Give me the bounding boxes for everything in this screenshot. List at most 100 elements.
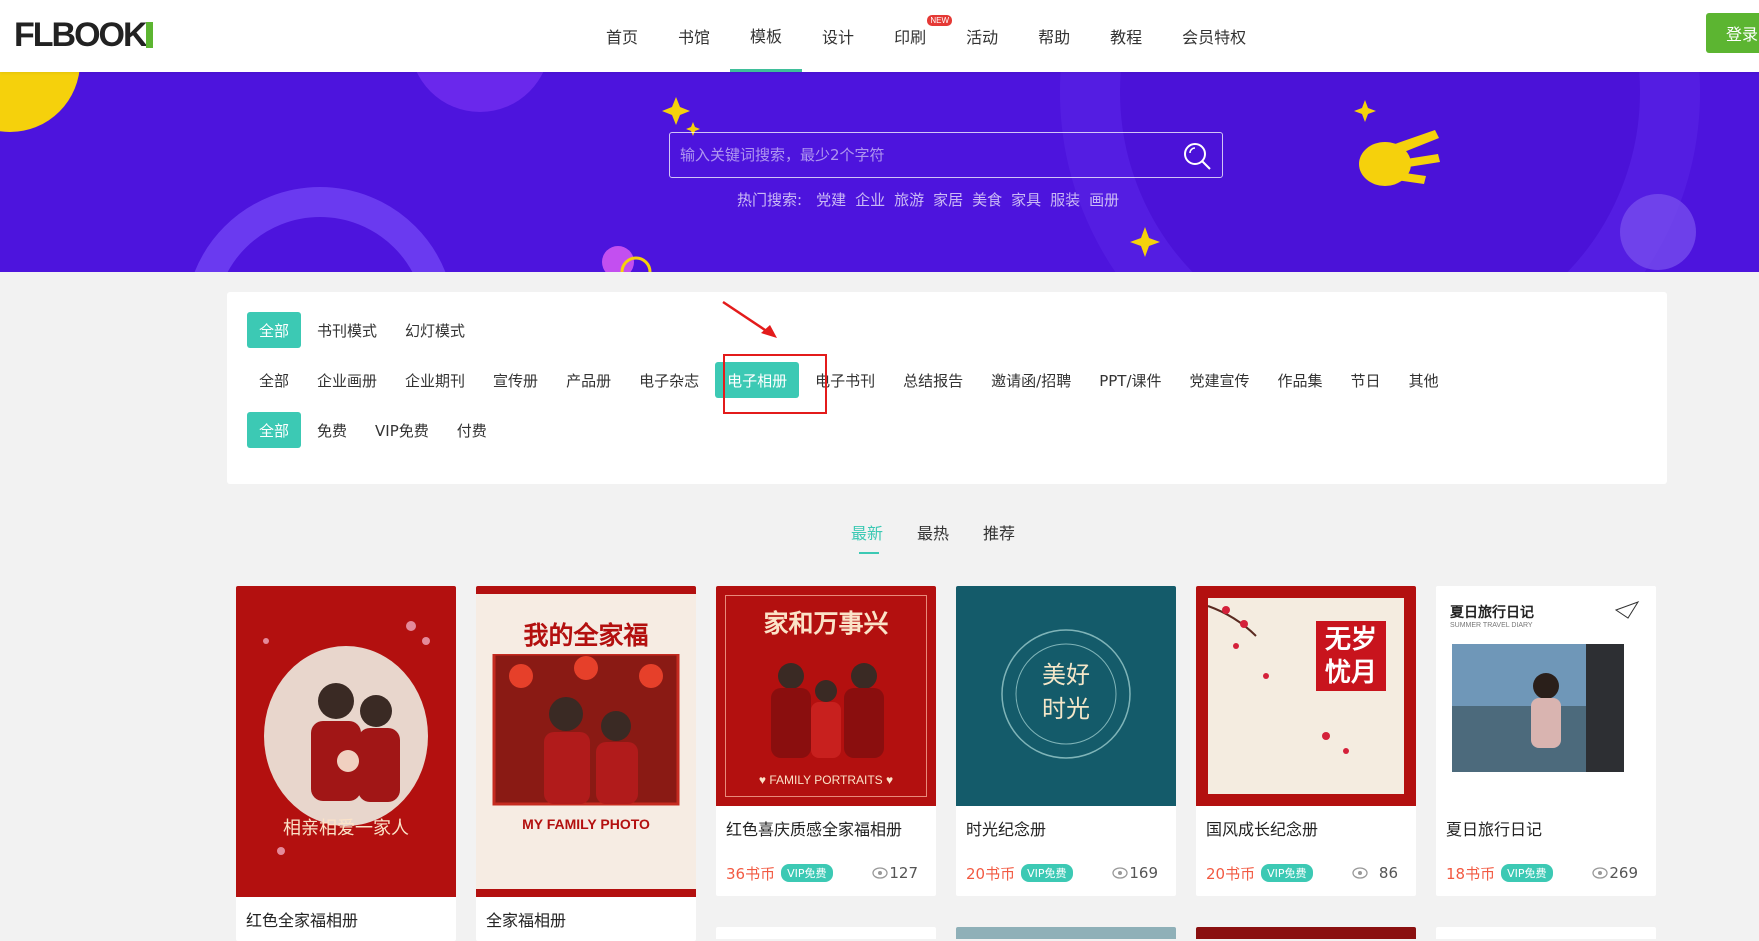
category-chip[interactable]: 宣传册 — [481, 362, 550, 398]
eye-icon — [1352, 867, 1368, 879]
template-thumbnail[interactable]: 无岁忧月 — [1196, 586, 1416, 806]
category-chip[interactable]: 总结报告 — [891, 362, 975, 398]
hot-search-label: 热门搜索: — [737, 191, 803, 209]
vip-free-badge: VIP免费 — [1501, 864, 1553, 882]
vip-free-badge: VIP免费 — [781, 864, 833, 882]
hot-search-item[interactable]: 美食 — [972, 189, 1002, 210]
nav-events[interactable]: 活动 — [946, 0, 1018, 72]
template-thumbnail[interactable]: 我的全家福 MY FAMILY PHOTO — [476, 586, 696, 897]
next-row-card[interactable] — [1436, 927, 1656, 939]
template-card[interactable]: 美好时光 时光纪念册 20书币 VIP免费 169 — [956, 586, 1176, 896]
template-card[interactable]: 夏日旅行日记 SUMMER TRAVEL DIARY 夏日旅行日记 18书币 V… — [1436, 586, 1656, 896]
nav-home[interactable]: 首页 — [586, 0, 658, 72]
thumbnail-title: 家和万事兴 — [763, 609, 889, 638]
nav-label: 活动 — [966, 28, 999, 47]
nav-membership[interactable]: 会员特权 — [1162, 0, 1266, 72]
search-input[interactable] — [670, 133, 1170, 177]
category-chip[interactable]: 节日 — [1339, 362, 1393, 398]
highlight-box — [723, 354, 827, 414]
price-filter-row: 全部 免费 VIP免费 付费 — [247, 412, 503, 448]
eye-icon — [1592, 867, 1608, 879]
search-box — [669, 132, 1223, 178]
template-meta: 20书币 VIP免费 169 — [956, 850, 1176, 896]
price: 20书币 — [1206, 864, 1256, 883]
plum-blossom-decoration — [1207, 605, 1386, 754]
hot-search-item[interactable]: 画册 — [1089, 189, 1119, 210]
flbook-logo[interactable]: FLBOOK — [14, 14, 156, 54]
template-title: 全家福相册 — [486, 911, 567, 930]
vip-free-badge: VIP免费 — [1261, 864, 1313, 882]
price: 20书币 — [966, 864, 1016, 883]
template-thumbnail[interactable]: 相亲相爱一家人 — [236, 586, 456, 897]
nav-design[interactable]: 设计 — [802, 0, 874, 72]
logo-text: FLBOOK — [14, 16, 148, 54]
template-thumbnail[interactable]: 美好时光 — [956, 586, 1176, 806]
sort-tab-hottest[interactable]: 最热 — [917, 520, 949, 554]
hot-search-item[interactable]: 企业 — [855, 189, 885, 210]
hot-search-item[interactable]: 党建 — [816, 189, 846, 210]
price: 36书币 — [726, 864, 776, 883]
nav-templates[interactable]: 模板 — [730, 0, 803, 72]
template-card[interactable]: 家和万事兴 ♥ FAMILY PORTRAITS ♥ 红色喜庆质感全家福相册 3… — [716, 586, 936, 896]
template-thumbnail[interactable]: 夏日旅行日记 SUMMER TRAVEL DIARY — [1436, 586, 1656, 806]
view-count: 86 — [1378, 864, 1398, 882]
category-chip[interactable]: 产品册 — [554, 362, 623, 398]
view-count: 169 — [1129, 864, 1158, 882]
next-row-card[interactable] — [716, 927, 936, 939]
family-photo — [492, 654, 680, 806]
price-chip-paid[interactable]: 付费 — [445, 412, 499, 448]
hot-search-item[interactable]: 家具 — [1011, 189, 1041, 210]
next-row-card[interactable] — [1196, 927, 1416, 939]
template-title: 红色喜庆质感全家福相册 — [726, 820, 903, 839]
thumbnail-subtitle: ♥ FAMILY PORTRAITS ♥ — [758, 773, 894, 787]
thumbnail-subtitle: MY FAMILY PHOTO — [522, 816, 650, 832]
travel-photo — [1452, 601, 1640, 772]
nav-label: 首页 — [606, 28, 639, 47]
sort-tab-recommended[interactable]: 推荐 — [983, 520, 1015, 554]
category-chip[interactable]: 企业期刊 — [393, 362, 477, 398]
template-title: 国风成长纪念册 — [1206, 820, 1319, 839]
search-icon[interactable] — [1182, 141, 1212, 171]
login-button[interactable]: 登录 — [1706, 13, 1759, 53]
price-chip-free[interactable]: 免费 — [305, 412, 359, 448]
category-chip[interactable]: 党建宣传 — [1178, 362, 1262, 398]
category-chip[interactable]: 邀请函/招聘 — [979, 362, 1083, 398]
eye-icon — [872, 867, 888, 879]
template-title: 红色全家福相册 — [246, 911, 359, 930]
mode-chip-all[interactable]: 全部 — [247, 312, 302, 348]
nav-print[interactable]: 印刷 NEW — [874, 0, 953, 72]
hot-search-item[interactable]: 旅游 — [894, 189, 924, 210]
nav-label: 设计 — [822, 28, 855, 47]
category-chip[interactable]: PPT/课件 — [1087, 362, 1173, 398]
hot-search-item[interactable]: 服装 — [1050, 189, 1080, 210]
mode-filter-row: 全部 书刊模式 幻灯模式 — [247, 312, 481, 348]
price-chip-all[interactable]: 全部 — [247, 412, 302, 448]
sort-tabs: 最新 最热 推荐 — [851, 520, 1049, 554]
nav-help[interactable]: 帮助 — [1018, 0, 1090, 72]
category-chip[interactable]: 全部 — [247, 362, 301, 398]
category-chip[interactable]: 电子杂志 — [627, 362, 711, 398]
nav-tutorials[interactable]: 教程 — [1090, 0, 1162, 72]
template-meta: 36书币 VIP免费 127 — [716, 850, 936, 896]
template-title: 夏日旅行日记 — [1446, 820, 1543, 839]
nav-library[interactable]: 书馆 — [658, 0, 730, 72]
template-card[interactable]: 相亲相爱一家人 红色全家福相册 — [236, 586, 456, 941]
template-card[interactable]: 我的全家福 MY FAMILY PHOTO 全家福相册 — [476, 586, 696, 941]
main-nav: 首页 书馆 模板 设计 印刷 NEW 活动 帮助 教程 会员特权 — [586, 0, 1266, 72]
mode-chip-book[interactable]: 书刊模式 — [305, 312, 389, 348]
thumbnail-title: 相亲相爱一家人 — [283, 818, 409, 839]
category-chip[interactable]: 作品集 — [1266, 362, 1335, 398]
category-chip[interactable]: 企业画册 — [305, 362, 389, 398]
red-arrow-annotation — [722, 300, 777, 338]
mode-chip-slide[interactable]: 幻灯模式 — [393, 312, 477, 348]
nav-label: 教程 — [1110, 28, 1143, 47]
next-row-card[interactable] — [956, 927, 1176, 939]
hot-search-item[interactable]: 家居 — [933, 189, 963, 210]
family-photo — [771, 663, 884, 758]
sort-tab-latest[interactable]: 最新 — [851, 520, 883, 554]
thumbnail-title: 我的全家福 — [523, 621, 649, 650]
template-card[interactable]: 无岁忧月 国风成长纪念册 20书币 VIP免费 86 — [1196, 586, 1416, 896]
template-thumbnail[interactable]: 家和万事兴 ♥ FAMILY PORTRAITS ♥ — [716, 586, 936, 806]
category-chip[interactable]: 其他 — [1397, 362, 1451, 398]
price-chip-vip-free[interactable]: VIP免费 — [363, 412, 441, 448]
